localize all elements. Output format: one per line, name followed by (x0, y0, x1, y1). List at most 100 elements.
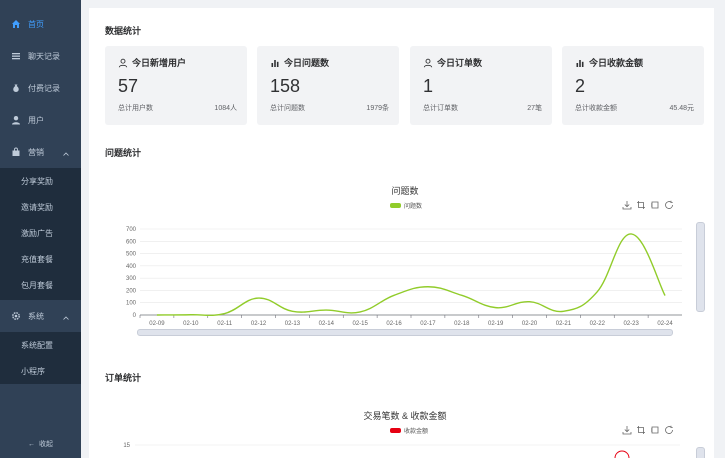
stat-card-foot-value: 45.48元 (669, 105, 694, 112)
y-tick-label: 300 (126, 276, 137, 282)
sidebar-item-label: 聊天记录 (28, 51, 60, 61)
sidebar-item-payment-records[interactable]: 付费记录 (0, 72, 81, 104)
x-tick-label: 02-09 (149, 321, 165, 327)
sidebar-item-system[interactable]: 系统 (0, 300, 81, 332)
submenu-item-invite-reward[interactable]: 邀请奖励 (0, 194, 81, 220)
stat-card-orders: 今日订单数 1 总计订单数 27笔 (410, 46, 552, 125)
orders-section-title: 订单统计 (105, 373, 142, 383)
stat-card-new-users: 今日新增用户 57 总计用户数 1084人 (105, 46, 247, 125)
chevron-up-icon (63, 149, 69, 158)
x-tick-label: 02-11 (217, 321, 233, 327)
y-tick-label: 200 (126, 288, 137, 294)
questions-section-title: 问题统计 (105, 148, 142, 158)
stat-card-title: 今日问题数 (270, 56, 329, 69)
y-tick-label: 15 (123, 443, 130, 449)
y-tick-label: 500 (126, 252, 137, 258)
stat-card-value: 57 (118, 76, 139, 96)
collapse-label: 收起 (39, 441, 53, 448)
x-tick-label: 02-10 (183, 321, 199, 327)
collapse-button[interactable]: ← 收起 (0, 430, 81, 458)
submenu-item-mini-program[interactable]: 小程序 (0, 358, 81, 384)
chevron-up-icon (63, 313, 69, 322)
x-tick-label: 02-16 (386, 321, 402, 327)
shopping-bag-icon (10, 146, 22, 158)
list-icon (10, 50, 22, 62)
submenu-item-label: 包月套餐 (21, 280, 53, 290)
y-tick-label: 400 (126, 264, 137, 270)
sidebar-item-label: 用户 (28, 115, 44, 125)
sidebar-item-label: 首页 (28, 19, 44, 29)
y-tick-label: 600 (126, 239, 137, 245)
stat-card-foot-label: 总计收款金额 (575, 105, 617, 112)
submenu-item-label: 小程序 (21, 366, 45, 376)
x-tick-label: 02-24 (657, 321, 673, 327)
submenu-item-label: 激励广告 (21, 228, 53, 238)
user-icon (118, 58, 128, 68)
orders-chart: 交易笔数 & 收款金额 收款金额 15 (105, 403, 705, 458)
stat-card-foot-value: 1084人 (214, 105, 237, 112)
stat-card-value: 158 (270, 76, 301, 96)
sidebar-item-label: 营销 (28, 147, 44, 157)
submenu-item-label: 系统配置 (21, 340, 53, 350)
x-tick-label: 02-17 (420, 321, 436, 327)
sidebar-item-label: 付费记录 (28, 83, 60, 93)
submenu-item-label: 邀请奖励 (21, 202, 53, 212)
stat-card-title: 今日订单数 (423, 56, 482, 69)
arrow-left-icon: ← (28, 440, 35, 448)
user-icon (423, 58, 433, 68)
x-tick-label: 02-13 (285, 321, 301, 327)
orders-chart-svg: 15 (123, 443, 680, 458)
y-tick-label: 700 (126, 227, 137, 233)
sidebar-item-chat-records[interactable]: 聊天记录 (0, 40, 81, 72)
stat-card-revenue: 今日收款金额 2 总计收款金额 45.48元 (562, 46, 704, 125)
bar-chart-icon (575, 58, 585, 68)
submenu-item-label: 分享奖励 (21, 176, 53, 186)
submenu-item-monthly-package[interactable]: 包月套餐 (0, 272, 81, 298)
y-zoom-slider[interactable] (696, 222, 705, 312)
sidebar-item-marketing[interactable]: 营销 (0, 136, 81, 168)
user-icon (10, 114, 22, 126)
x-tick-label: 02-18 (454, 321, 470, 327)
bar-chart-icon (270, 58, 280, 68)
x-tick-label: 02-23 (624, 321, 640, 327)
sidebar-item-label: 系统 (28, 311, 44, 321)
submenu-item-incentive-ad[interactable]: 激励广告 (0, 220, 81, 246)
x-tick-label: 02-14 (319, 321, 335, 327)
sidebar: 首页 聊天记录 付费记录 用户 营销 分享奖励 邀请奖励 激励广告 充值套餐 包… (0, 0, 81, 458)
questions-chart-svg: 0 100 200 300 400 500 600 700 02-09 02-10 02-11 02-… (126, 227, 682, 327)
x-zoom-slider[interactable] (137, 329, 673, 336)
sidebar-item-users[interactable]: 用户 (0, 104, 81, 136)
sidebar-item-home[interactable]: 首页 (0, 8, 81, 40)
x-tick-label: 02-12 (251, 321, 267, 327)
y-tick-label: 0 (133, 313, 137, 319)
stat-card-title-text: 今日新增用户 (132, 58, 187, 68)
stats-title: 数据统计 (105, 26, 142, 36)
questions-chart: 问题数 问题数 0 100 200 300 400 500 600 700 02-09 02-10… (105, 178, 705, 348)
x-tick-label: 02-22 (590, 321, 606, 327)
submenu-item-recharge-package[interactable]: 充值套餐 (0, 246, 81, 272)
x-tick-label: 02-21 (556, 321, 572, 327)
money-bag-icon (10, 82, 22, 94)
stat-card-questions: 今日问题数 158 总计问题数 1979条 (257, 46, 399, 125)
stat-card-foot-label: 总计用户数 (118, 105, 153, 112)
y-zoom-slider[interactable] (696, 447, 705, 458)
stat-card-title: 今日收款金额 (575, 56, 643, 69)
stat-card-title-text: 今日订单数 (437, 58, 483, 68)
stat-card-foot-value: 1979条 (366, 105, 389, 112)
series-line-questions (156, 233, 666, 317)
gear-icon (10, 310, 22, 322)
stat-card-value: 1 (423, 76, 434, 96)
stat-card-value: 2 (575, 76, 586, 96)
submenu-item-share-reward[interactable]: 分享奖励 (0, 168, 81, 194)
submenu-item-system-config[interactable]: 系统配置 (0, 332, 81, 358)
stat-card-foot-label: 总计问题数 (270, 105, 305, 112)
x-tick-label: 02-19 (488, 321, 504, 327)
home-icon (10, 18, 22, 30)
stat-card-title-text: 今日问题数 (284, 58, 330, 68)
main-panel: 数据统计 今日新增用户 57 总计用户数 1084人 今日问题数 158 总计问… (89, 8, 714, 458)
x-tick-label: 02-20 (522, 321, 538, 327)
stat-card-title: 今日新增用户 (118, 56, 186, 69)
y-tick-label: 100 (126, 301, 137, 307)
stat-card-foot-label: 总计订单数 (423, 105, 458, 112)
stat-card-title-text: 今日收款金额 (589, 58, 644, 68)
